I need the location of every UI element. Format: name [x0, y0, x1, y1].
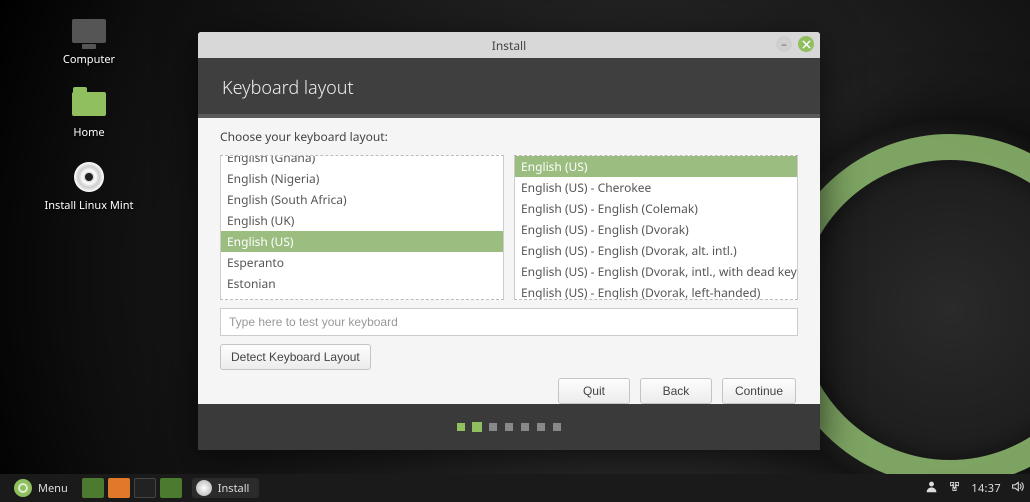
window-title: Install — [492, 37, 527, 54]
taskbar: Menu Install 14:37 — [0, 474, 1030, 502]
list-item[interactable]: English (US) - English (Dvorak, intl., w… — [515, 261, 797, 282]
progress-dot — [489, 423, 497, 431]
progress-dot — [521, 423, 529, 431]
progress-dot — [537, 423, 545, 431]
desktop-icon-home[interactable]: Home — [34, 87, 144, 140]
layout-variant-list[interactable]: English (US)English (US) - CherokeeEngli… — [514, 155, 798, 300]
list-item[interactable]: Estonian — [221, 273, 503, 294]
files-launcher[interactable] — [160, 478, 182, 498]
list-item[interactable]: English (US) — [221, 231, 503, 252]
window-titlebar[interactable]: Install – — [198, 32, 820, 58]
desktop-icons: Computer Home Install Linux Mint — [34, 14, 144, 213]
quick-launchers — [82, 478, 182, 498]
nav-buttons: Quit Back Continue — [220, 378, 798, 404]
quit-button[interactable]: Quit — [558, 378, 630, 404]
volume-icon[interactable] — [1011, 480, 1024, 497]
system-tray: 14:37 — [925, 480, 1024, 497]
list-item[interactable]: English (US) - Cherokee — [515, 177, 797, 198]
firefox-launcher[interactable] — [108, 478, 130, 498]
mint-logo-icon — [14, 479, 32, 497]
folder-icon — [69, 87, 109, 121]
progress-dot — [457, 423, 465, 431]
layout-language-list[interactable]: English (Ghana)English (Nigeria)English … — [220, 155, 504, 300]
window-close-button[interactable] — [798, 36, 814, 52]
desktop-icon-computer[interactable]: Computer — [34, 14, 144, 67]
list-item[interactable]: English (US) - English (Dvorak, left-han… — [515, 282, 797, 300]
list-item[interactable]: English (US) - English (Colemak) — [515, 198, 797, 219]
taskbar-item-label: Install — [218, 481, 250, 496]
list-item[interactable]: English (UK) — [221, 210, 503, 231]
list-item[interactable]: Faroese — [221, 294, 503, 300]
list-item[interactable]: English (Ghana) — [221, 155, 503, 168]
keyboard-test-input[interactable] — [220, 308, 798, 336]
prompt-text: Choose your keyboard layout: — [220, 128, 798, 145]
list-item[interactable]: English (US) — [515, 156, 797, 177]
menu-button[interactable]: Menu — [6, 477, 76, 499]
installer-window: Install – Keyboard layout Choose your ke… — [198, 32, 820, 450]
desktop-icon-label: Computer — [63, 52, 115, 67]
continue-button[interactable]: Continue — [722, 378, 796, 404]
progress-dot — [505, 423, 513, 431]
back-button[interactable]: Back — [640, 378, 712, 404]
monitor-icon — [69, 14, 109, 48]
desktop-icon-install[interactable]: Install Linux Mint — [34, 160, 144, 213]
window-minimize-button[interactable]: – — [776, 36, 792, 52]
installer-content: Choose your keyboard layout: English (Gh… — [198, 118, 820, 404]
list-item[interactable]: English (US) - English (Dvorak) — [515, 219, 797, 240]
progress-dot — [472, 422, 482, 432]
list-item[interactable]: Esperanto — [221, 252, 503, 273]
clock[interactable]: 14:37 — [971, 481, 1001, 496]
disc-icon — [196, 480, 212, 496]
show-desktop-launcher[interactable] — [82, 478, 104, 498]
detect-layout-button[interactable]: Detect Keyboard Layout — [220, 344, 371, 370]
network-icon[interactable] — [948, 480, 961, 497]
disc-icon — [69, 160, 109, 194]
menu-label: Menu — [38, 481, 68, 496]
list-item[interactable]: English (Nigeria) — [221, 168, 503, 189]
progress-indicator — [198, 404, 820, 450]
list-item[interactable]: English (South Africa) — [221, 189, 503, 210]
step-header: Keyboard layout — [198, 58, 820, 118]
user-icon[interactable] — [925, 480, 938, 497]
taskbar-item-install[interactable]: Install — [192, 478, 260, 498]
desktop-icon-label: Install Linux Mint — [45, 198, 134, 213]
progress-dot — [553, 423, 561, 431]
terminal-launcher[interactable] — [134, 478, 156, 498]
close-icon — [802, 40, 811, 49]
desktop-icon-label: Home — [73, 125, 104, 140]
list-item[interactable]: English (US) - English (Dvorak, alt. int… — [515, 240, 797, 261]
